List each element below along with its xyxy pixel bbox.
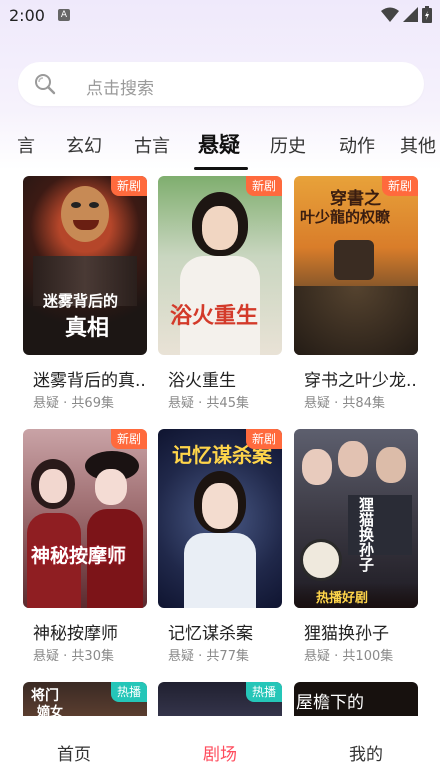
nav-theater[interactable]: 剧场 <box>203 740 237 765</box>
nav-home[interactable]: 首页 <box>57 740 91 765</box>
new-badge: 新剧 <box>245 429 282 449</box>
notification-icon: A <box>58 9 70 21</box>
tab-xuanyi[interactable]: 悬疑 <box>198 129 240 159</box>
signal-icon <box>403 7 418 22</box>
nav-mine[interactable]: 我的 <box>349 740 383 765</box>
search-icon <box>35 74 56 95</box>
drama-cover[interactable]: 迷雾背后的 真相 <box>23 176 147 355</box>
status-bar: 2:00 A <box>0 0 440 32</box>
new-badge: 新剧 <box>110 176 147 196</box>
drama-cover[interactable]: 记忆谋杀案 <box>158 429 282 608</box>
new-badge: 新剧 <box>381 176 418 196</box>
drama-title: 浴火重生 <box>168 371 236 391</box>
drama-cover[interactable]: 狸猫换孙子 热播好剧 <box>294 429 418 608</box>
drama-title: 狸猫换孙子 <box>304 624 389 644</box>
bottom-nav: 首页 剧场 我的 <box>0 716 440 780</box>
category-tabs: 言 玄幻 古言 悬疑 历史 动作 其他 <box>0 122 440 172</box>
drama-meta: 悬疑 · 共30集 <box>33 649 114 664</box>
status-time: 2:00 <box>9 6 45 25</box>
drama-title: 记忆谋杀案 <box>168 624 253 644</box>
hot-badge: 热播 <box>110 682 147 702</box>
drama-meta: 悬疑 · 共84集 <box>304 396 385 411</box>
tab-dongzuo[interactable]: 动作 <box>339 132 375 158</box>
new-badge: 新剧 <box>245 176 282 196</box>
cover-title: 狸猫换孙子 <box>357 497 375 572</box>
drama-meta: 悬疑 · 共69集 <box>33 396 114 411</box>
cover-title: 真相 <box>65 315 110 341</box>
drama-title: 神秘按摩师 <box>33 624 118 644</box>
cover-title: 嫡女 <box>37 705 64 716</box>
cover-title: 神秘按摩师 <box>31 545 127 567</box>
drama-cover[interactable]: 神秘按摩师 <box>23 429 147 608</box>
tab-guyan[interactable]: 古言 <box>134 132 170 158</box>
search-placeholder: 点击搜索 <box>86 79 154 99</box>
cover-title: 浴火重生 <box>170 303 259 329</box>
battery-icon <box>422 6 432 23</box>
cover-title: 屋檐下的 <box>296 693 364 713</box>
hot-badge: 热播 <box>245 682 282 702</box>
cover-title: 叶少龍的权瞭 <box>300 208 391 226</box>
drama-title: 穿书之叶少龙.. <box>304 371 417 391</box>
cover-tagline: 热播好剧 <box>316 591 369 606</box>
drama-meta: 悬疑 · 共77集 <box>168 649 249 664</box>
cover-title: 迷雾背后的 <box>43 292 119 310</box>
tab-yan[interactable]: 言 <box>17 132 35 158</box>
tab-lishi[interactable]: 历史 <box>270 132 306 158</box>
wifi-icon <box>381 7 399 22</box>
drama-cover[interactable]: 屋檐下的 <box>294 682 418 716</box>
tab-qita[interactable]: 其他 <box>400 132 436 158</box>
drama-meta: 悬疑 · 共45集 <box>168 396 249 411</box>
drama-meta: 悬疑 · 共100集 <box>304 649 394 664</box>
active-tab-indicator <box>194 167 248 170</box>
drama-title: 迷雾背后的真.. <box>33 371 146 391</box>
drama-cover[interactable]: 穿書之 叶少龍的权瞭 <box>294 176 418 355</box>
new-badge: 新剧 <box>110 429 147 449</box>
search-bar[interactable]: 点击搜索 <box>18 62 424 106</box>
drama-cover[interactable]: 浴火重生 <box>158 176 282 355</box>
tab-xuanhuan[interactable]: 玄幻 <box>66 132 102 158</box>
